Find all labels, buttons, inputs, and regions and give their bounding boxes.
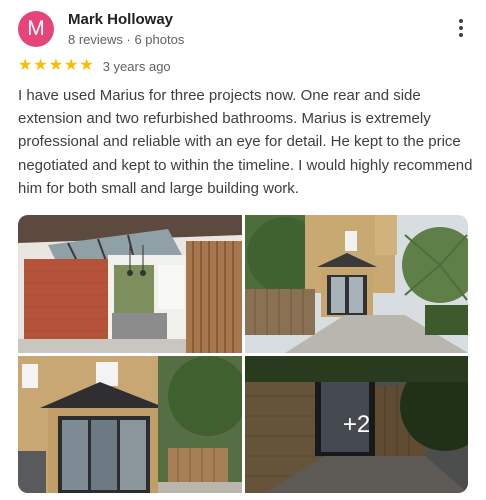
star-icon: ★ [33,57,48,74]
review-photo[interactable] [18,215,242,353]
star-icon: ★ [48,57,64,74]
more-vert-icon[interactable] [456,19,466,41]
review-header: M Mark Holloway 8 reviews · 6 photos [18,10,476,50]
more-photos-overlay[interactable]: +2 [245,356,468,493]
avatar[interactable]: M [18,11,54,47]
review-time: 3 years ago [102,58,171,74]
reviewer-meta: 8 reviews · 6 photos [68,32,185,47]
review-text: I have used Marius for three projects no… [18,87,473,197]
review-photo[interactable] [18,356,242,493]
more-photos-count: +2 [342,410,371,438]
review-photo[interactable] [245,215,468,353]
reviewer-name[interactable]: Mark Holloway [68,11,173,28]
photo-grid: +2 [18,215,468,493]
star-icon: ★ [79,57,94,74]
review-photo-more[interactable]: +2 [245,356,468,493]
star-icon: ★ [64,57,79,74]
rating-row: ★ ★ ★ ★ ★ 3 years ago [18,57,171,75]
star-icon: ★ [18,57,33,74]
star-rating: ★ ★ ★ ★ ★ [18,58,94,74]
